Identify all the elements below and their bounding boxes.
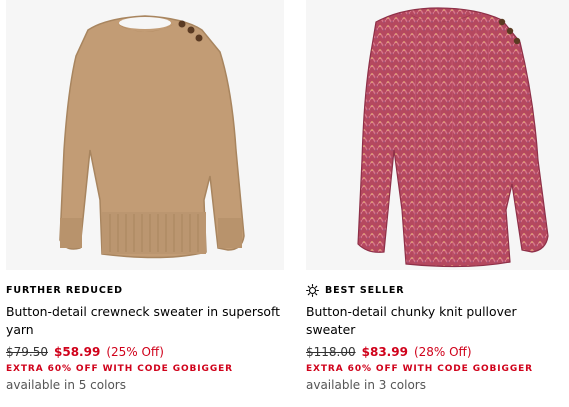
camel-sweater-image [6, 0, 284, 270]
color-count[interactable]: available in 3 colors [306, 378, 569, 392]
product-title[interactable]: Button-detail chunky knit pullover sweat… [306, 303, 569, 339]
badge-label: BEST SELLER [325, 284, 405, 296]
pink-chunky-sweater-image [306, 0, 569, 270]
discount-percent: (25% Off) [106, 345, 164, 359]
discount-percent: (28% Off) [413, 345, 472, 359]
product-grid: FURTHER REDUCED Button-detail crewneck s… [0, 0, 569, 407]
product-badge: FURTHER REDUCED [6, 283, 284, 297]
product-badge: BEST SELLER [306, 283, 569, 297]
promo-code-text: EXTRA 60% OFF WITH CODE GOBIGGER [306, 364, 533, 374]
badge-label: FURTHER REDUCED [6, 284, 123, 296]
sun-star-icon [306, 283, 319, 297]
sale-price: $58.99 [54, 345, 101, 359]
original-price: $118.00 [306, 345, 356, 359]
product-image[interactable] [6, 0, 284, 270]
product-card[interactable]: FURTHER REDUCED Button-detail crewneck s… [6, 0, 284, 392]
price-row: $118.00 $83.99 (28% Off) [306, 344, 569, 360]
original-price: $79.50 [6, 345, 48, 359]
color-count[interactable]: available in 5 colors [6, 378, 284, 392]
sale-price: $83.99 [361, 345, 408, 359]
promo-code-text: EXTRA 60% OFF WITH CODE GOBIGGER [6, 364, 233, 374]
product-title[interactable]: Button-detail crewneck sweater in supers… [6, 303, 281, 339]
product-image[interactable] [306, 0, 569, 270]
price-row: $79.50 $58.99 (25% Off) [6, 344, 284, 360]
product-card[interactable]: BEST SELLER Button-detail chunky knit pu… [306, 0, 569, 392]
